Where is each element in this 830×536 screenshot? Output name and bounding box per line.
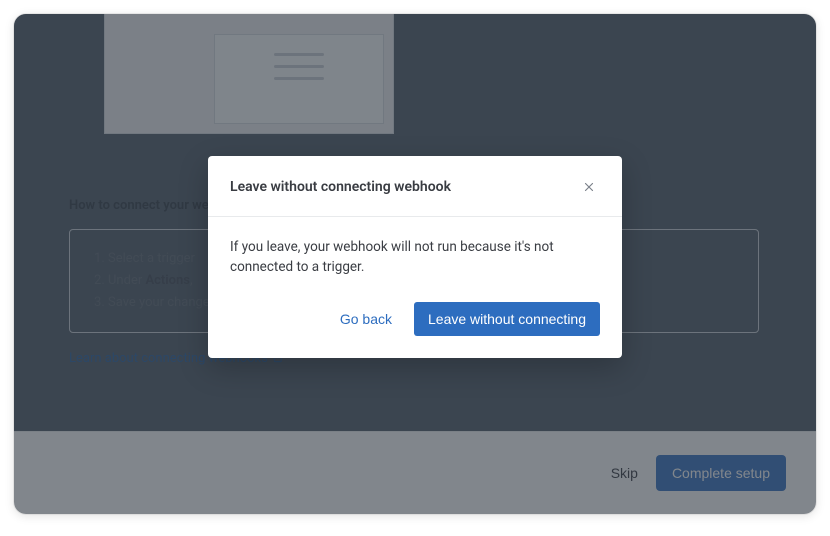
close-icon [582,180,596,194]
modal-header: Leave without connecting webhook [208,156,622,217]
confirm-modal: Leave without connecting webhook If you … [208,156,622,358]
close-button[interactable] [578,176,600,198]
modal-body: If you leave, your webhook will not run … [208,217,622,282]
modal-footer: Go back Leave without connecting [208,282,622,358]
modal-title: Leave without connecting webhook [230,179,451,195]
app-frame: How to connect your webhook Select a tri… [14,14,816,514]
go-back-button[interactable]: Go back [340,311,392,327]
modal-overlay[interactable]: Leave without connecting webhook If you … [14,14,816,514]
leave-without-connecting-button[interactable]: Leave without connecting [414,302,600,336]
